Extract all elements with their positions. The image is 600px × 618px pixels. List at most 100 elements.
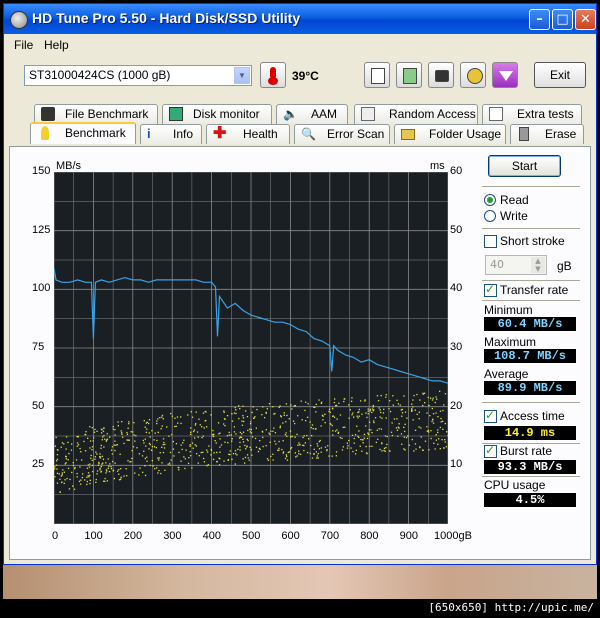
- access-time-point: [170, 412, 172, 415]
- access-time-point: [439, 448, 441, 450]
- access-time-point: [367, 408, 369, 410]
- short-stroke-checkbox[interactable]: [484, 235, 497, 248]
- access-time-point: [291, 408, 293, 410]
- chevron-down-icon[interactable]: ▼: [234, 67, 250, 84]
- access-time-point: [236, 454, 238, 456]
- close-button[interactable]: ✕: [575, 9, 596, 30]
- drive-select[interactable]: ST31000424CS (1000 gB) ▼: [24, 65, 252, 86]
- access-time-point: [381, 443, 383, 445]
- tab-file-benchmark[interactable]: File Benchmark: [34, 104, 158, 124]
- access-time-point: [384, 450, 386, 452]
- access-time-point: [350, 447, 352, 449]
- start-button[interactable]: Start: [488, 155, 561, 177]
- access-time-point: [439, 390, 441, 392]
- tab-benchmark[interactable]: Benchmark: [30, 122, 136, 144]
- camera-icon: [435, 70, 449, 82]
- access-time-point: [85, 431, 87, 433]
- access-time-point: [255, 446, 258, 448]
- access-time-point: [400, 409, 402, 411]
- access-time-point: [320, 425, 322, 427]
- tab-health[interactable]: ✚ Health: [206, 124, 290, 144]
- access-time-point: [388, 450, 391, 452]
- tab-error-scan[interactable]: 🔍 Error Scan: [294, 124, 390, 144]
- access-time-point: [284, 434, 287, 436]
- access-time-point: [358, 408, 360, 411]
- write-radio[interactable]: [484, 210, 496, 222]
- access-time-point: [298, 442, 300, 444]
- access-time-point: [333, 401, 336, 404]
- tab-info[interactable]: i Info: [140, 124, 202, 144]
- transfer-rate-checkbox[interactable]: [484, 282, 497, 297]
- access-time-point: [358, 430, 360, 432]
- burst-rate-checkbox[interactable]: [484, 443, 497, 458]
- temperature-button[interactable]: [260, 62, 286, 88]
- tab-disk-monitor[interactable]: Disk monitor: [162, 104, 272, 124]
- access-time-point: [358, 415, 360, 417]
- access-time-point: [296, 433, 298, 435]
- access-time-point: [153, 439, 155, 441]
- menu-help[interactable]: Help: [44, 38, 69, 52]
- copy-text-button[interactable]: [364, 62, 390, 88]
- access-time-point: [254, 437, 257, 440]
- minimize-button[interactable]: –: [529, 9, 550, 30]
- access-time-point: [231, 458, 233, 460]
- access-time-point: [364, 399, 366, 401]
- tab-aam[interactable]: 🔈 AAM: [276, 104, 348, 124]
- screenshot-button[interactable]: [428, 62, 454, 88]
- access-time-point: [110, 466, 112, 468]
- menu-file[interactable]: File: [14, 38, 33, 52]
- access-time-point: [56, 472, 59, 474]
- access-time-point: [346, 447, 349, 449]
- access-time-point: [101, 432, 103, 434]
- title-bar[interactable]: HD Tune Pro 5.50 - Hard Disk/SSD Utility…: [4, 4, 596, 34]
- y-right-tick: 40: [450, 282, 463, 295]
- exit-button[interactable]: Exit: [534, 62, 586, 88]
- tab-erase[interactable]: Erase: [510, 124, 584, 144]
- copy-all-button[interactable]: [396, 62, 422, 88]
- access-time-point: [406, 417, 408, 419]
- access-time-label: Access time: [500, 409, 565, 423]
- access-time-point: [358, 436, 360, 439]
- access-time-point: [102, 430, 105, 432]
- access-time-point: [372, 406, 374, 408]
- access-time-point: [118, 469, 120, 471]
- tab-extra-tests[interactable]: Extra tests: [482, 104, 582, 124]
- short-stroke-spinner[interactable]: 40 ▲ ▼: [485, 255, 547, 275]
- tab-random-access[interactable]: Random Access: [354, 104, 478, 124]
- options-button[interactable]: [460, 62, 486, 88]
- access-time-point: [146, 460, 148, 462]
- access-time-point: [123, 442, 125, 445]
- access-time-point: [284, 457, 287, 460]
- access-time-point: [403, 436, 405, 438]
- app-icon[interactable]: [10, 11, 28, 29]
- access-time-point: [134, 440, 136, 442]
- access-time-point: [99, 467, 101, 469]
- access-time-point: [104, 480, 106, 482]
- read-radio[interactable]: [484, 194, 496, 206]
- access-time-point: [161, 425, 163, 427]
- access-time-point: [328, 455, 330, 457]
- access-time-checkbox[interactable]: [484, 408, 497, 423]
- access-time-point: [88, 476, 90, 478]
- access-time-point: [75, 459, 78, 461]
- save-button[interactable]: [492, 62, 518, 88]
- access-time-point: [237, 448, 239, 450]
- access-time-point: [103, 446, 105, 448]
- access-time-point: [200, 451, 202, 454]
- access-time-point: [170, 459, 172, 461]
- tab-folder-usage[interactable]: Folder Usage: [394, 124, 506, 144]
- maximize-button[interactable]: □: [552, 9, 573, 30]
- spinner-arrows-icon[interactable]: ▲ ▼: [531, 257, 545, 273]
- access-time-point: [266, 408, 268, 410]
- access-time-point: [116, 444, 118, 446]
- access-time-point: [401, 415, 403, 417]
- access-time-point: [156, 420, 158, 422]
- access-time-point: [148, 448, 150, 450]
- access-time-point: [442, 420, 444, 422]
- access-time-point: [61, 442, 64, 444]
- access-time-point: [367, 410, 369, 412]
- access-time-point: [229, 450, 231, 452]
- access-time-point: [273, 427, 275, 429]
- magnifier-icon: 🔍: [301, 127, 316, 141]
- access-time-point: [163, 441, 165, 444]
